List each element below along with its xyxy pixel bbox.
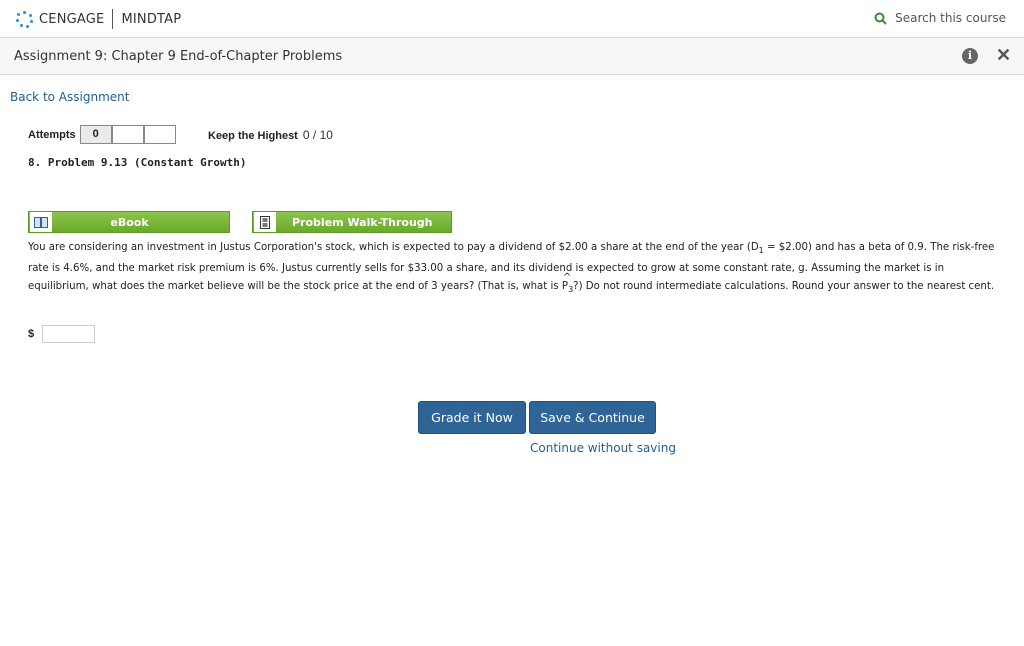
film-icon [254, 212, 276, 232]
search-course[interactable]: Search this course [874, 11, 1006, 25]
problem-walkthrough-button[interactable]: Problem Walk-Through [252, 211, 452, 233]
save-and-continue-button[interactable]: Save & Continue [529, 401, 656, 434]
grade-it-now-button[interactable]: Grade it Now [418, 401, 526, 434]
back-to-assignment-link[interactable]: Back to Assignment [10, 90, 129, 104]
question-text: You are considering an investment in Jus… [28, 239, 1008, 299]
currency-symbol: $ [28, 328, 35, 340]
close-icon[interactable]: ✕ [996, 46, 1011, 64]
page-title: Assignment 9: Chapter 9 End-of-Chapter P… [14, 49, 343, 64]
p-hat: P [562, 269, 572, 296]
brand-separator [112, 9, 114, 29]
attempts-tracker: Attempts 0 [28, 125, 176, 144]
question-part-1: You are considering an investment in Jus… [28, 242, 759, 253]
brand-mindtap: MINDTAP [121, 11, 182, 27]
problem-title: 8. Problem 9.13 (Constant Growth) [28, 156, 247, 169]
continue-without-saving-link[interactable]: Continue without saving [530, 441, 676, 455]
book-icon [30, 212, 52, 232]
search-label: Search this course [895, 11, 1006, 25]
cengage-logo-icon [16, 10, 34, 28]
score-value: 0 / 10 [302, 128, 333, 142]
search-icon [874, 12, 887, 25]
attempts-label: Attempts [28, 128, 76, 141]
info-icon[interactable]: i [962, 48, 978, 64]
keep-highest: Keep the Highest 0 / 10 [208, 128, 333, 142]
attempt-box-1: 0 [79, 125, 112, 144]
attempt-box-2 [111, 125, 144, 144]
ebook-button[interactable]: eBook [28, 211, 230, 233]
brand-cengage: CENGAGE [39, 11, 105, 27]
walkthrough-label: Problem Walk-Through [292, 215, 433, 229]
brand-logo[interactable]: CENGAGE MINDTAP [16, 9, 181, 29]
assignment-title-bar: Assignment 9: Chapter 9 End-of-Chapter P… [0, 37, 1024, 75]
keep-highest-label: Keep the Highest [208, 130, 298, 142]
top-bar: CENGAGE MINDTAP Search this course [0, 0, 1024, 37]
question-part-3: ?) Do not round intermediate calculation… [573, 281, 995, 293]
answer-input[interactable] [42, 325, 95, 343]
attempt-box-3 [143, 125, 176, 144]
ebook-label: eBook [110, 215, 149, 229]
